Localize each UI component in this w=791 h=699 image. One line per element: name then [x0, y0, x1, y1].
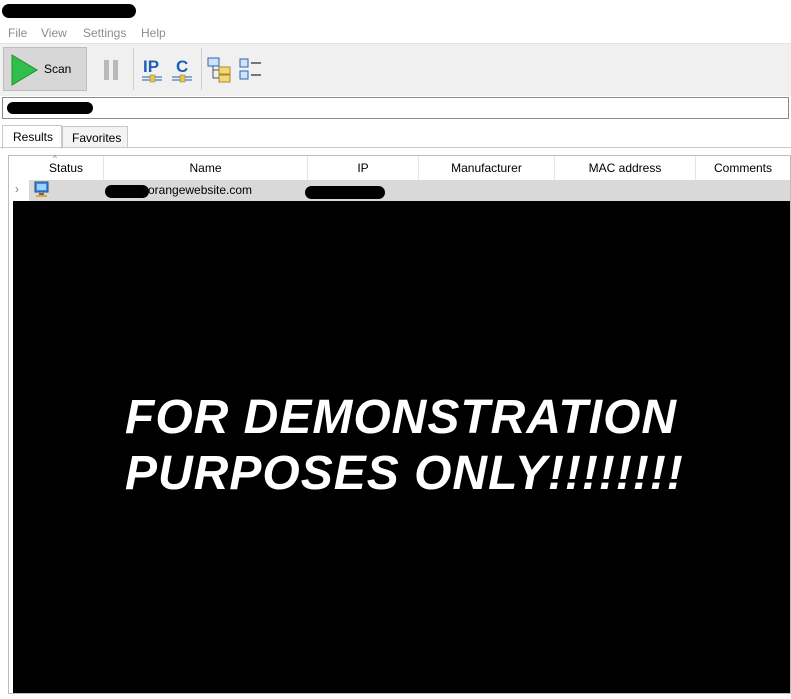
address-input[interactable]	[2, 97, 789, 119]
toolbar-separator	[201, 48, 202, 90]
chevron-right-icon[interactable]: ›	[15, 182, 19, 196]
tab-favorites-label: Favorites	[72, 131, 122, 145]
svg-text:C: C	[176, 57, 188, 76]
host-name: orangewebsite.com	[148, 183, 253, 197]
column-name[interactable]: Name	[104, 156, 308, 180]
sort-ascending-icon: ^	[53, 154, 57, 163]
scan-button-label: Scan	[44, 62, 72, 76]
tab-strip: Results Favorites	[0, 122, 791, 149]
name-redaction	[105, 185, 149, 198]
list-view-icon[interactable]	[238, 55, 264, 83]
menu-view[interactable]: View	[41, 26, 67, 40]
menu-bar: File View Settings Help	[0, 24, 791, 42]
computer-icon	[34, 181, 49, 197]
demonstration-overlay: FOR DEMONSTRATION PURPOSES ONLY!!!!!!!!	[125, 390, 725, 502]
c-icon[interactable]: C	[170, 55, 196, 83]
tab-results-label: Results	[13, 130, 54, 144]
results-table: ^ Status Name IP Manufacturer MAC addres…	[8, 155, 791, 694]
ip-redaction	[305, 186, 385, 199]
scan-button[interactable]: Scan	[3, 47, 87, 91]
overlay-line-2: PURPOSES ONLY!!!!!!!!	[125, 447, 684, 500]
table-row[interactable]: › orangewebsite.com	[9, 180, 790, 201]
column-status[interactable]: ^ Status	[9, 154, 104, 180]
pause-icon[interactable]	[98, 58, 124, 82]
tab-divider	[0, 147, 791, 148]
address-redaction	[7, 102, 93, 114]
tab-results[interactable]: Results	[2, 125, 62, 149]
toolbar-separator	[133, 48, 134, 90]
ip-icon[interactable]: IP	[140, 55, 166, 83]
overlay-line-1: FOR DEMONSTRATION	[125, 391, 678, 444]
menu-file[interactable]: File	[8, 26, 27, 40]
column-comments[interactable]: Comments	[696, 156, 790, 180]
window-title-redaction	[2, 4, 136, 18]
column-manufacturer[interactable]: Manufacturer	[419, 156, 555, 180]
play-icon	[11, 54, 38, 86]
menu-help[interactable]: Help	[141, 26, 166, 40]
column-mac-address[interactable]: MAC address	[555, 156, 696, 180]
column-ip[interactable]: IP	[308, 156, 419, 180]
menu-settings[interactable]: Settings	[83, 26, 126, 40]
network-tree-icon[interactable]	[207, 55, 233, 83]
table-header: ^ Status Name IP Manufacturer MAC addres…	[9, 154, 790, 181]
toolbar: Scan IP C	[0, 43, 791, 96]
svg-text:IP: IP	[143, 57, 159, 76]
title-bar	[0, 0, 791, 24]
tab-favorites[interactable]: Favorites	[62, 126, 128, 148]
